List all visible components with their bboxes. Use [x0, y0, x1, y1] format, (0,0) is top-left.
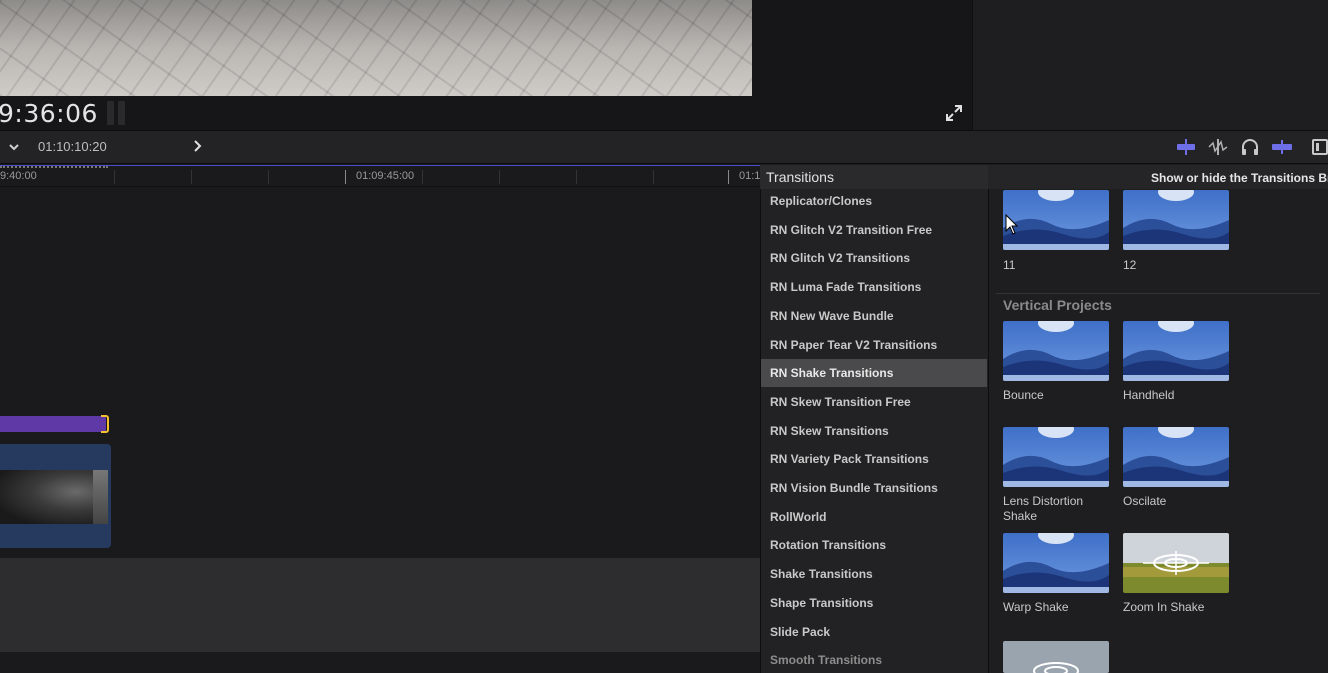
tooltip: Show or hide the Transitions Br	[1151, 171, 1328, 185]
transition-label: Oscilate	[1123, 494, 1167, 508]
transition-category[interactable]: Shape Transitions	[761, 589, 987, 617]
viewer-timecode: 9:36:06	[0, 99, 98, 128]
transition-thumbnail[interactable]	[1123, 190, 1229, 250]
timecode-separator	[118, 101, 125, 125]
section-title: Vertical Projects	[1003, 297, 1112, 313]
transition-category[interactable]: RN Variety Pack Transitions	[761, 445, 987, 473]
transition-category[interactable]: RN Shake Transitions	[761, 359, 987, 388]
inspector-panel	[972, 0, 1328, 96]
transition-category[interactable]: Shake Transitions	[761, 560, 987, 588]
ruler-tick	[268, 170, 269, 184]
audio-skimming-icon[interactable]	[1207, 138, 1229, 156]
skimming-icon[interactable]	[1175, 138, 1197, 156]
chevron-down-icon[interactable]	[8, 140, 20, 152]
transition-category[interactable]: Slide Pack	[761, 618, 987, 646]
browser-toggle-icon[interactable]	[1311, 138, 1328, 156]
transition-category[interactable]: Smooth Transitions	[761, 646, 987, 673]
timeline-lower-area[interactable]	[0, 558, 760, 652]
video-clip-thumbnail	[0, 470, 108, 524]
ruler-label: 9:40:00	[0, 170, 37, 182]
ruler-tick	[114, 170, 115, 184]
transition-label: Handheld	[1123, 388, 1175, 402]
chevron-right-icon[interactable]	[190, 139, 204, 153]
transition-category[interactable]: Rotation Transitions	[761, 531, 987, 559]
section-divider	[996, 293, 1320, 294]
ruler-tick	[653, 170, 654, 184]
transition-thumbnail[interactable]	[1123, 533, 1229, 593]
transition-category[interactable]: RN Skew Transition Free	[761, 388, 987, 416]
transition-category[interactable]: RN Glitch V2 Transitions	[761, 244, 987, 272]
transition-category[interactable]: RollWorld	[761, 503, 987, 531]
mouse-cursor-icon	[1005, 213, 1019, 236]
ruler-label: 01:09:45:00	[356, 170, 415, 182]
transition-label: 11	[1003, 258, 1016, 272]
ruler-tick	[422, 170, 423, 184]
ruler-tick	[576, 170, 577, 184]
timeline[interactable]	[0, 165, 760, 558]
transition-label: Bounce	[1003, 388, 1044, 402]
fullscreen-icon[interactable]	[944, 103, 964, 123]
transition-label: Zoom In Shake	[1123, 600, 1205, 614]
viewer-background	[752, 0, 972, 96]
transition-category[interactable]: RN Skew Transitions	[761, 417, 987, 445]
headphones-icon[interactable]	[1239, 138, 1261, 156]
ruler-tick	[191, 170, 192, 184]
transition-category[interactable]: RN Glitch V2 Transition Free	[761, 216, 987, 244]
transition-label: Lens Distortion Shake	[1003, 494, 1084, 523]
ruler-tick	[499, 170, 500, 184]
transitions-title: Transitions	[766, 169, 834, 185]
transition-label: 12	[1123, 258, 1137, 272]
viewer-bar	[0, 96, 972, 130]
transition-category[interactable]: RN Paper Tear V2 Transitions	[761, 331, 987, 359]
timeline-timecode: 01:10:10:20	[38, 139, 107, 154]
timecode-separator	[107, 101, 114, 125]
transition-thumbnail[interactable]	[1003, 533, 1109, 593]
snapping-icon[interactable]	[1271, 138, 1293, 156]
transition-category[interactable]: Replicator/Clones	[761, 187, 987, 215]
timeline-range-line	[0, 165, 760, 166]
transition-thumbnail[interactable]	[1123, 427, 1229, 487]
transition-thumbnail[interactable]	[1003, 321, 1109, 381]
clip-trim-handle[interactable]	[101, 415, 109, 433]
transition-thumbnail[interactable]	[1003, 641, 1109, 673]
ruler-dots	[0, 166, 108, 169]
transition-category[interactable]: RN Luma Fade Transitions	[761, 273, 987, 301]
viewer-frame	[0, 0, 752, 96]
ruler-tick	[345, 170, 346, 184]
ruler-label: 01:1	[739, 170, 761, 182]
timeline-bottom	[0, 652, 760, 673]
transition-thumbnail[interactable]	[1003, 427, 1109, 487]
ruler-tick	[728, 170, 729, 184]
video-clip-thumbnail-edge	[93, 470, 108, 524]
transition-label: Warp Shake	[1003, 600, 1069, 614]
transition-thumbnail[interactable]	[1123, 321, 1229, 381]
title-clip[interactable]	[0, 416, 106, 432]
inspector-bar	[972, 96, 1328, 130]
transition-category[interactable]: RN New Wave Bundle	[761, 302, 987, 330]
transition-category[interactable]: RN Vision Bundle Transitions	[761, 474, 987, 502]
